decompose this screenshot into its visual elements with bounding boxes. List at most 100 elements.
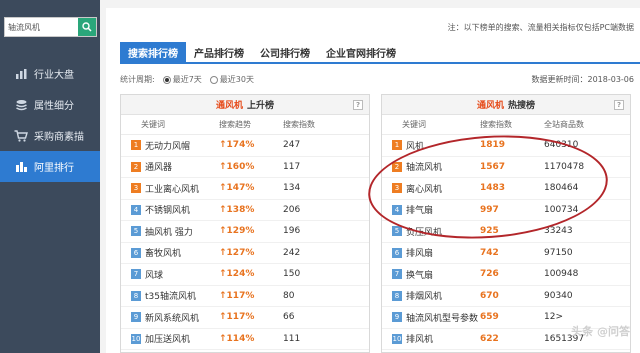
index-value: 659 bbox=[480, 312, 499, 323]
radio-unselected[interactable] bbox=[209, 75, 218, 84]
search-box bbox=[4, 17, 97, 37]
keyword-link[interactable]: 无动力风帽 bbox=[145, 139, 190, 152]
cart-icon bbox=[14, 129, 28, 143]
period-option-label: 最近30天 bbox=[219, 75, 254, 84]
card-title: 通风机 上升榜 ? bbox=[121, 95, 369, 115]
trend-value: 147% bbox=[226, 183, 255, 194]
index-value: 150 bbox=[283, 269, 301, 280]
keyword-link[interactable]: 换气扇 bbox=[406, 268, 433, 281]
rank-badge: 10 bbox=[392, 333, 402, 344]
index-value: 80 bbox=[283, 290, 295, 301]
table-row[interactable]: 4 不锈钢风机 ↑138% 206 bbox=[121, 200, 369, 221]
column-header: 全站商品数 bbox=[544, 120, 584, 129]
keyword-link[interactable]: 排烟风机 bbox=[406, 289, 442, 302]
index-value: 247 bbox=[283, 140, 301, 151]
index-value: 117 bbox=[283, 161, 301, 172]
column-header: 搜索指数 bbox=[283, 120, 315, 129]
card-title: 通风机 热搜榜 ? bbox=[382, 95, 630, 115]
keyword-link[interactable]: 风球 bbox=[145, 268, 163, 281]
period-option-30d[interactable]: 最近30天 bbox=[209, 74, 254, 85]
search-input[interactable] bbox=[8, 21, 78, 34]
keyword-link[interactable]: 排风机 bbox=[406, 332, 433, 345]
sidebar-item-ranking[interactable]: 阿里排行 bbox=[0, 151, 100, 182]
card-title-text: 上升榜 bbox=[247, 101, 275, 111]
trend-value: 114% bbox=[226, 333, 255, 344]
help-icon[interactable]: ? bbox=[353, 100, 363, 110]
search-button[interactable] bbox=[78, 18, 96, 36]
rank-badge: 7 bbox=[131, 269, 141, 280]
product-count: 12> bbox=[544, 312, 563, 323]
sidebar-item-buyers[interactable]: 采购商素描 bbox=[0, 120, 100, 151]
radio-selected[interactable] bbox=[162, 75, 171, 84]
keyword-link[interactable]: 畜牧风机 bbox=[145, 246, 181, 259]
sidebar-item-attributes[interactable]: 属性细分 bbox=[0, 89, 100, 120]
tab-company-ranking[interactable]: 公司排行榜 bbox=[252, 42, 318, 62]
notice-text: 注：以下榜单的搜索、流量相关指标仅包括PC端数据 bbox=[447, 23, 634, 32]
up-arrow-icon: ↑ bbox=[219, 269, 227, 280]
rank-badge: 8 bbox=[392, 290, 402, 301]
table-row[interactable]: 5 抽风机 强力 ↑129% 196 bbox=[121, 221, 369, 243]
rank-badge: 8 bbox=[131, 290, 141, 301]
trend-value: 160% bbox=[226, 161, 255, 172]
tab-website-ranking[interactable]: 企业官网排行榜 bbox=[318, 42, 404, 62]
rank-badge: 4 bbox=[131, 204, 141, 215]
table-row[interactable]: 6 排风扇 742 97150 bbox=[382, 243, 630, 264]
bar-chart-icon bbox=[14, 67, 28, 81]
help-icon[interactable]: ? bbox=[614, 100, 624, 110]
up-arrow-icon: ↑ bbox=[219, 140, 227, 151]
keyword-link[interactable]: 不锈钢风机 bbox=[145, 203, 190, 216]
rank-badge: 5 bbox=[131, 226, 141, 237]
product-count: 100948 bbox=[544, 269, 579, 280]
table-row[interactable]: 8 排烟风机 670 90340 bbox=[382, 286, 630, 307]
period-option-label: 最近7天 bbox=[172, 75, 202, 84]
table-row[interactable]: 10 加压送风机 ↑114% 111 bbox=[121, 329, 369, 350]
period-label: 统计周期: bbox=[120, 75, 155, 84]
table-row[interactable]: 3 工业离心风机 ↑147% 134 bbox=[121, 178, 369, 200]
rank-badge: 7 bbox=[392, 269, 402, 280]
product-count: 33243 bbox=[544, 226, 573, 237]
watermark: 头条 @问答 bbox=[571, 325, 630, 338]
sidebar: 行业大盘 属性细分 采购商素描 阿里排行 bbox=[0, 0, 100, 353]
table-row[interactable]: 9 新风系统风机 ↑117% 66 bbox=[121, 307, 369, 329]
table-row[interactable]: 7 换气扇 726 100948 bbox=[382, 264, 630, 286]
keyword-link[interactable]: t35轴流风机 bbox=[145, 289, 196, 302]
index-value: 196 bbox=[283, 226, 301, 237]
keyword-link[interactable]: 抽风机 强力 bbox=[145, 225, 193, 238]
keyword-link[interactable]: 工业离心风机 bbox=[145, 182, 199, 195]
period-option-7d[interactable]: 最近7天 bbox=[162, 74, 202, 85]
table-header: 关键词 搜索指数 全站商品数 bbox=[382, 115, 630, 135]
sidebar-item-label: 行业大盘 bbox=[34, 70, 74, 81]
keyword-link[interactable]: 轴流风机型号参数 bbox=[406, 311, 478, 324]
keyword-link[interactable]: 排风扇 bbox=[406, 246, 433, 259]
index-value: 242 bbox=[283, 247, 301, 258]
table-row[interactable]: 7 风球 ↑124% 150 bbox=[121, 264, 369, 286]
up-arrow-icon: ↑ bbox=[219, 333, 227, 344]
keyword-link[interactable]: 新风系统风机 bbox=[145, 311, 199, 324]
rank-badge: 5 bbox=[392, 226, 402, 237]
search-icon bbox=[82, 22, 92, 32]
column-header: 搜索趋势 bbox=[219, 120, 251, 129]
card-keyword: 通风机 bbox=[476, 101, 504, 111]
up-arrow-icon: ↑ bbox=[219, 312, 227, 323]
table-row[interactable]: 2 通风器 ↑160% 117 bbox=[121, 157, 369, 178]
column-header: 关键词 bbox=[141, 120, 165, 129]
rank-badge: 9 bbox=[131, 312, 141, 323]
tab-product-ranking[interactable]: 产品排行榜 bbox=[186, 42, 252, 62]
keyword-link[interactable]: 通风器 bbox=[145, 160, 172, 173]
sidebar-item-label: 属性细分 bbox=[34, 101, 74, 112]
product-count: 97150 bbox=[544, 247, 573, 258]
column-header: 搜索指数 bbox=[480, 120, 512, 129]
rank-badge: 9 bbox=[392, 312, 402, 323]
sidebar-item-industry[interactable]: 行业大盘 bbox=[0, 58, 100, 89]
table-row[interactable]: 8 t35轴流风机 ↑117% 80 bbox=[121, 286, 369, 307]
index-value: 670 bbox=[480, 290, 499, 301]
table-row[interactable]: 6 畜牧风机 ↑127% 242 bbox=[121, 243, 369, 264]
trend-value: 174% bbox=[226, 140, 255, 151]
tab-search-ranking[interactable]: 搜索排行榜 bbox=[120, 42, 186, 62]
up-arrow-icon: ↑ bbox=[219, 247, 227, 258]
keyword-link[interactable]: 加压送风机 bbox=[145, 332, 190, 345]
page: 行业大盘 属性细分 采购商素描 阿里排行 bbox=[0, 0, 640, 353]
up-arrow-icon: ↑ bbox=[219, 161, 227, 172]
table-row[interactable]: 1 无动力风帽 ↑174% 247 bbox=[121, 135, 369, 157]
column-chart-icon bbox=[14, 160, 28, 174]
